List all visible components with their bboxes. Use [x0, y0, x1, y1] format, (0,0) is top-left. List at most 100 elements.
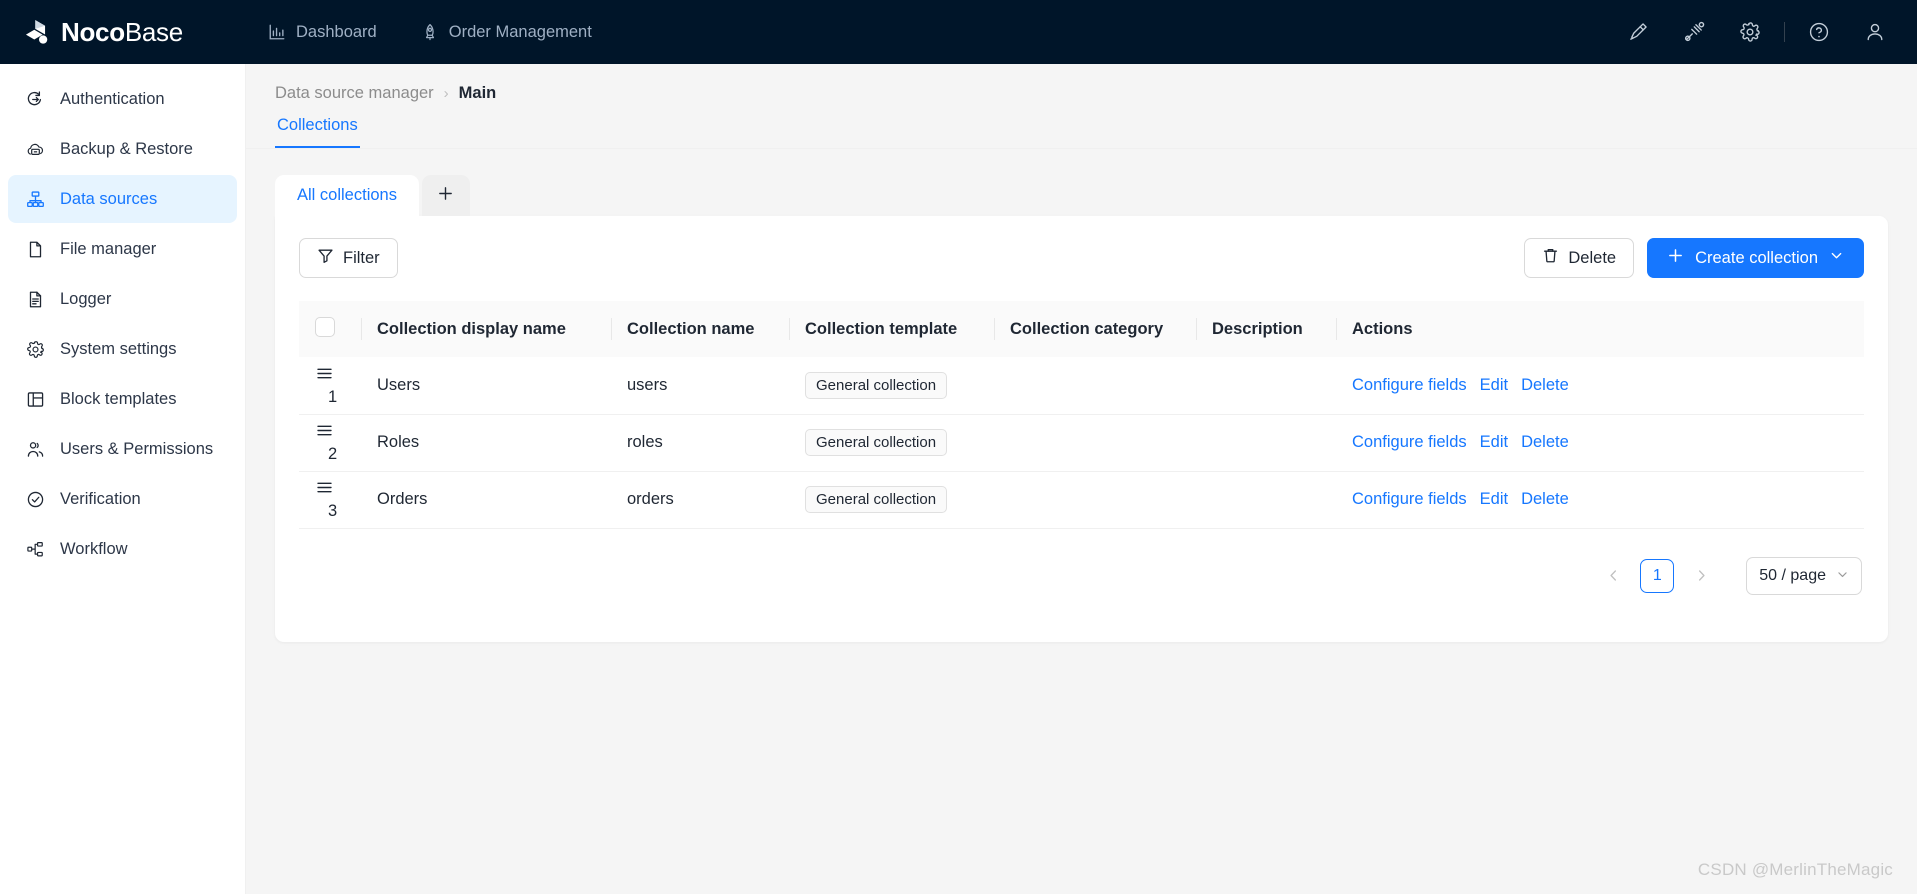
delete-link[interactable]: Delete [1521, 490, 1569, 509]
sidebar-item-label: Authentication [60, 89, 165, 108]
sidebar-item-users-permissions[interactable]: Users & Permissions [8, 425, 237, 473]
filter-button[interactable]: Filter [299, 238, 398, 278]
chevron-down-icon [1829, 248, 1844, 268]
tab-all-collections[interactable]: All collections [275, 175, 419, 216]
gear-icon[interactable] [1722, 0, 1778, 64]
cell-template: General collection [789, 471, 994, 529]
page-tabs: Collections [246, 116, 1917, 149]
add-collection-tab-button[interactable] [421, 175, 470, 216]
highlighter-icon[interactable] [1610, 0, 1666, 64]
table-body: 1 Users users General collection Configu… [299, 357, 1864, 529]
table-row[interactable]: 3 Orders orders General collection Confi… [299, 471, 1864, 529]
toolbar-right-actions: Delete Create collection [1524, 238, 1864, 278]
delete-link[interactable]: Delete [1521, 433, 1569, 452]
cell-display-name: Roles [361, 414, 611, 472]
drag-handle-icon[interactable] [315, 364, 334, 383]
template-tag: General collection [805, 486, 948, 513]
template-tag: General collection [805, 371, 948, 399]
plus-icon [437, 185, 454, 207]
cell-category [994, 471, 1196, 529]
topnav-item-dashboard[interactable]: Dashboard [246, 0, 399, 64]
cell-actions: Configure fields Edit Delete [1336, 357, 1864, 415]
row-handle-cell: 2 [299, 414, 361, 472]
sidebar-item-logger[interactable]: Logger [8, 275, 237, 323]
row-handle-cell: 3 [299, 471, 361, 529]
row-actions: Configure fields Edit Delete [1352, 376, 1848, 395]
configure-fields-link[interactable]: Configure fields [1352, 376, 1467, 395]
table-row[interactable]: 1 Users users General collection Configu… [299, 357, 1864, 415]
edit-link[interactable]: Edit [1480, 490, 1508, 509]
left-sidebar: Authentication Backup & Restore Data sou… [0, 64, 246, 894]
cell-description [1196, 414, 1336, 472]
app-root: NocoBase Dashboard Order Management Auth… [0, 0, 1917, 894]
topnav-label: Dashboard [296, 22, 377, 41]
brand-name-bold: Noco [61, 17, 125, 47]
select-all-header [299, 301, 361, 357]
tab-collections[interactable]: Collections [275, 116, 360, 148]
sidebar-item-data-sources[interactable]: Data sources [8, 175, 237, 223]
file-lines-icon [25, 289, 45, 309]
sidebar-item-label: Backup & Restore [60, 139, 193, 158]
row-index: 1 [328, 387, 338, 406]
drag-handle-icon[interactable] [315, 421, 334, 440]
sidebar-item-backup-restore[interactable]: Backup & Restore [8, 125, 237, 173]
breadcrumb-current: Main [458, 84, 497, 102]
header-divider [1784, 22, 1785, 42]
main-content: Data source manager › Main Collections A… [246, 64, 1917, 894]
cell-category [994, 357, 1196, 415]
sidebar-item-authentication[interactable]: Authentication [8, 75, 237, 123]
cell-actions: Configure fields Edit Delete [1336, 414, 1864, 472]
brand-name-light: Base [124, 17, 183, 47]
chevron-right-icon[interactable] [1684, 559, 1718, 593]
sidebar-item-label: Users & Permissions [60, 439, 214, 458]
trash-icon [1542, 247, 1559, 269]
sidebar-item-system-settings[interactable]: System settings [8, 325, 237, 373]
help-circle-icon[interactable] [1791, 0, 1847, 64]
select-all-checkbox[interactable] [315, 316, 335, 337]
row-handle-cell: 1 [299, 357, 361, 415]
header-collection-name: Collection name [611, 301, 789, 357]
cell-collection-name: users [611, 357, 789, 415]
drag-handle-icon[interactable] [315, 478, 334, 497]
pagination: 1 50 / page [299, 556, 1864, 595]
sidebar-item-label: System settings [60, 339, 177, 358]
create-collection-button[interactable]: Create collection [1647, 238, 1864, 278]
sidebar-item-verification[interactable]: Verification [8, 475, 237, 523]
cell-display-name: Orders [361, 471, 611, 529]
brand-logo[interactable]: NocoBase [0, 0, 246, 64]
create-collection-label: Create collection [1695, 248, 1818, 267]
sidebar-item-block-templates[interactable]: Block templates [8, 375, 237, 423]
cell-description [1196, 357, 1336, 415]
cell-category [994, 414, 1196, 472]
chevron-down-icon [1836, 568, 1849, 584]
sidebar-item-label: Verification [60, 489, 141, 508]
table-header-row: Collection display name Collection name … [299, 301, 1864, 357]
workflow-nodes-icon [25, 539, 45, 559]
configure-fields-link[interactable]: Configure fields [1352, 490, 1467, 509]
header-description: Description [1196, 301, 1336, 357]
delete-button[interactable]: Delete [1524, 238, 1635, 278]
topnav-item-order-management[interactable]: Order Management [399, 0, 614, 64]
edit-link[interactable]: Edit [1480, 433, 1508, 452]
table-row[interactable]: 2 Roles roles General collection Configu… [299, 414, 1864, 472]
edit-link[interactable]: Edit [1480, 376, 1508, 395]
row-actions: Configure fields Edit Delete [1352, 490, 1848, 509]
breadcrumb: Data source manager › Main [246, 64, 1917, 103]
header-collection-category: Collection category [994, 301, 1196, 357]
nocobase-cube-logo-icon [22, 17, 52, 47]
cell-display-name: Users [361, 357, 611, 415]
sidebar-item-workflow[interactable]: Workflow [8, 525, 237, 573]
sidebar-item-label: File manager [60, 239, 157, 258]
users-icon [25, 439, 45, 459]
plugin-icon[interactable] [1666, 0, 1722, 64]
bar-chart-icon [268, 23, 286, 41]
delete-link[interactable]: Delete [1521, 376, 1569, 395]
chevron-left-icon[interactable] [1596, 559, 1630, 593]
page-size-select[interactable]: 50 / page [1746, 556, 1862, 595]
page-number-1[interactable]: 1 [1640, 558, 1675, 593]
collections-table: Collection display name Collection name … [299, 301, 1864, 529]
configure-fields-link[interactable]: Configure fields [1352, 433, 1467, 452]
sidebar-item-file-manager[interactable]: File manager [8, 225, 237, 273]
breadcrumb-root-link[interactable]: Data source manager [275, 84, 434, 103]
user-avatar-icon[interactable] [1847, 0, 1903, 64]
